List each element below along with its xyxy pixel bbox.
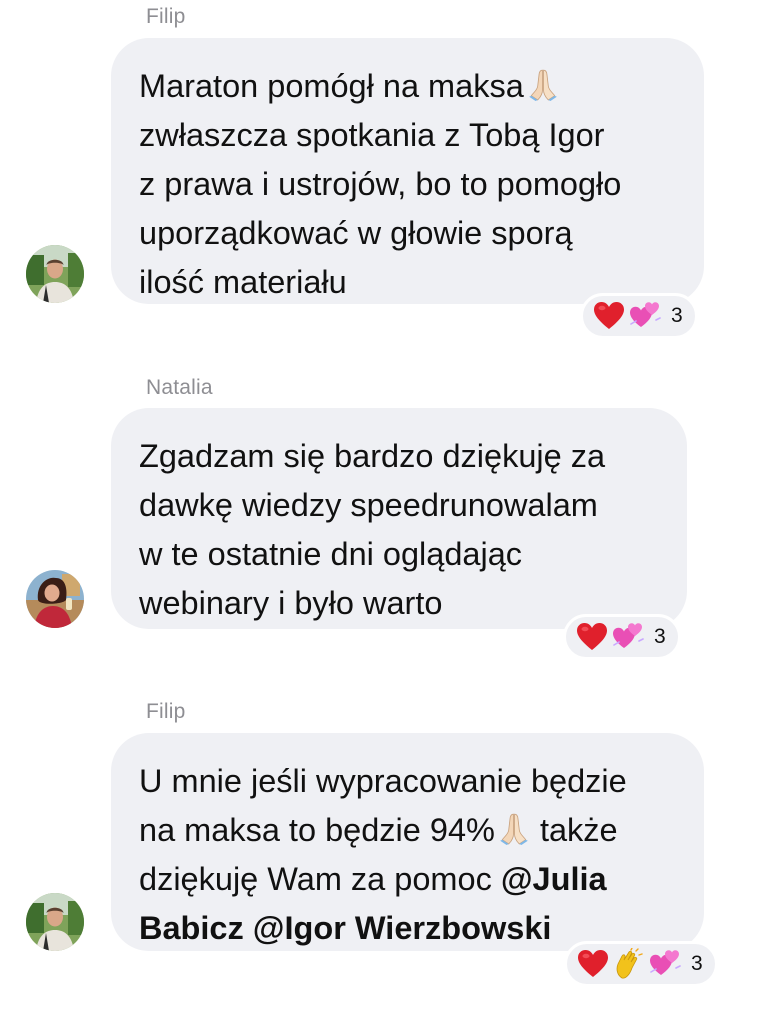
mention-igor[interactable]: @Igor Wierzbowski bbox=[244, 910, 552, 946]
clapping-hands-icon bbox=[613, 948, 645, 980]
reactions-bar[interactable]: 3 bbox=[580, 293, 698, 339]
reaction-count: 3 bbox=[671, 304, 683, 327]
red-heart-icon bbox=[593, 300, 625, 332]
red-heart-icon bbox=[577, 948, 609, 980]
reaction-count: 3 bbox=[654, 625, 666, 648]
two-hearts-icon bbox=[612, 621, 644, 653]
reactions-bar[interactable]: 3 bbox=[564, 941, 718, 987]
message-bubble[interactable]: Zgadzam się bardzo dziękuję za dawkę wie… bbox=[111, 408, 687, 629]
message-text-line: w te ostatnie dni oglądając bbox=[139, 536, 523, 572]
two-hearts-icon bbox=[629, 300, 661, 332]
message-text-line: Maraton pomógł na maksa bbox=[139, 62, 676, 111]
mention-julia-cont[interactable]: Babicz bbox=[139, 910, 244, 946]
message-text-line: na maksa to będzie 94% także bbox=[139, 811, 618, 848]
message-text-line: Zgadzam się bardzo dziękuję za bbox=[139, 438, 606, 474]
message-text-line: uporządkować w głowie sporą bbox=[139, 215, 573, 251]
reactions-bar[interactable]: 3 bbox=[563, 614, 681, 660]
sender-name[interactable]: Filip bbox=[146, 5, 186, 29]
message-text-line: zwłaszcza spotkania z Tobą Igor bbox=[139, 117, 605, 153]
reaction-count: 3 bbox=[691, 952, 703, 975]
message-text-line: dawkę wiedzy speedrunowalam bbox=[139, 487, 598, 523]
message-bubble[interactable]: Maraton pomógł na maksa zwłaszcza spotka… bbox=[111, 38, 704, 304]
mention-julia[interactable]: @Julia bbox=[501, 861, 607, 897]
message-bubble[interactable]: U mnie jeśli wypracowanie będzie na maks… bbox=[111, 733, 704, 951]
red-heart-icon bbox=[576, 621, 608, 653]
avatar[interactable] bbox=[26, 245, 84, 303]
pray-hands-icon bbox=[526, 67, 560, 101]
two-hearts-icon bbox=[649, 948, 681, 980]
sender-name[interactable]: Filip bbox=[146, 700, 186, 724]
message-text-line: z prawa i ustrojów, bo to pomogło bbox=[139, 166, 622, 202]
avatar[interactable] bbox=[26, 893, 84, 951]
sender-name[interactable]: Natalia bbox=[146, 376, 213, 400]
message-text-line: U mnie jeśli wypracowanie będzie bbox=[139, 763, 627, 799]
pray-hands-icon bbox=[497, 811, 531, 845]
avatar[interactable] bbox=[26, 570, 84, 628]
message-text-line: dziękuję Wam za pomoc @Julia bbox=[139, 861, 607, 897]
